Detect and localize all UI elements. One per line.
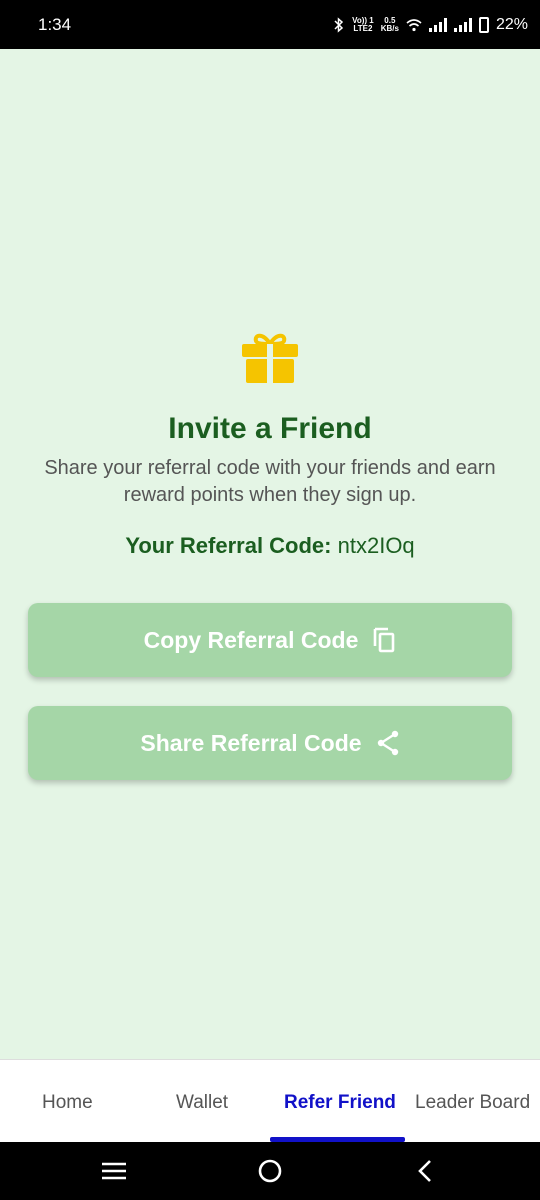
share-referral-code-button[interactable]: Share Referral Code <box>28 706 512 780</box>
system-nav-bar <box>0 1142 540 1200</box>
referral-code-label: Your Referral Code: <box>125 533 332 558</box>
status-bar: 1:34 Vo)) 1 LTE2 0.5 KB/s 22% <box>0 0 540 49</box>
battery-icon <box>478 17 489 33</box>
referral-code-line: Your Referral Code: ntx2IOq <box>0 533 540 559</box>
nav-wallet[interactable]: Wallet <box>176 1092 228 1114</box>
battery-percent: 22% <box>495 16 528 33</box>
referral-code-value: ntx2IOq <box>337 533 415 558</box>
share-icon <box>377 730 398 756</box>
bottom-nav: Home Wallet Refer Friend Leader Board <box>0 1059 540 1142</box>
network-speed: 0.5 KB/s <box>380 16 399 33</box>
copy-button-label: Copy Referral Code <box>143 626 359 653</box>
signal-icon <box>428 18 447 32</box>
network-type: Vo)) 1 LTE2 <box>352 16 374 33</box>
status-icons: Vo)) 1 LTE2 0.5 KB/s 22% <box>333 10 528 40</box>
invite-title: Invite a Friend <box>168 412 372 445</box>
nav-refer-friend[interactable]: Refer Friend <box>284 1092 396 1114</box>
share-button-label: Share Referral Code <box>140 729 362 756</box>
home-icon[interactable] <box>258 1159 282 1183</box>
bluetooth-icon <box>334 17 344 33</box>
status-time: 1:34 <box>38 15 72 34</box>
signal-icon-2 <box>453 18 472 32</box>
nav-home[interactable]: Home <box>42 1092 93 1114</box>
wifi-icon <box>406 19 422 32</box>
copy-icon <box>374 627 395 653</box>
gift-icon <box>242 333 298 383</box>
back-icon[interactable] <box>416 1159 434 1183</box>
copy-referral-code-button[interactable]: Copy Referral Code <box>28 603 512 677</box>
recent-apps-icon[interactable] <box>101 1160 127 1182</box>
nav-leader-board[interactable]: Leader Board <box>415 1092 530 1114</box>
invite-description: Share your referral code with your frien… <box>44 457 496 506</box>
